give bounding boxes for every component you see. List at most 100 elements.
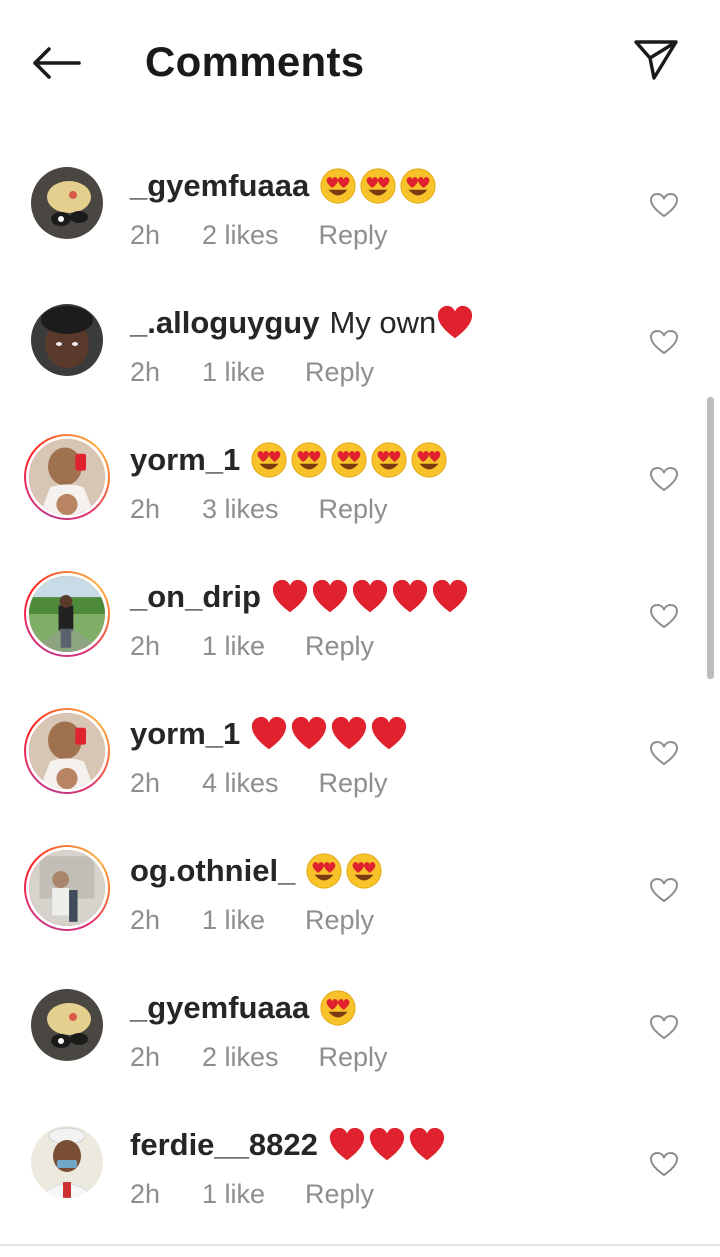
comment-username[interactable]: yorm_1 [130,716,240,752]
comment-meta: 2h 3 likes Reply [130,494,388,525]
avatar-story-ring[interactable] [24,845,110,931]
avatar [31,1126,103,1198]
comment-body: ferdie__8822 [130,1123,448,1167]
avatar [31,304,103,376]
comment-time: 2h [130,220,161,250]
divider [0,1244,720,1246]
like-button[interactable] [648,327,680,357]
comment-username[interactable]: _gyemfuaaa [130,168,309,204]
avatar-story-ring[interactable] [24,708,110,794]
like-button[interactable] [648,738,680,768]
avatar [26,436,108,518]
heart-eyes-emoji [359,167,397,205]
red-heart-emoji [391,578,429,616]
heart-eyes-emoji [250,441,288,479]
reply-button[interactable]: Reply [305,905,374,936]
like-button[interactable] [648,1012,680,1042]
heart-outline-icon [650,878,678,902]
comments-list: _gyemfuaaa 2h 2 likes Reply _.alloguyguy… [0,150,720,1246]
comment-username[interactable]: _gyemfuaaa [130,990,309,1026]
comment-body: og.othniel_ [130,849,385,893]
heart-eyes-emoji [399,167,437,205]
comment-username[interactable]: og.othniel_ [130,853,295,889]
comment-body: yorm_1 [130,712,410,756]
like-button[interactable] [648,464,680,494]
avatar [26,710,108,792]
comment-username[interactable]: ferdie__8822 [130,1127,318,1163]
reply-button[interactable]: Reply [319,1042,388,1073]
red-heart-emoji [330,715,368,753]
like-button[interactable] [648,190,680,220]
comment-time: 2h [130,905,161,935]
comment-likes[interactable]: 1 like [202,1179,265,1210]
comment-row: _gyemfuaaa 2h 2 likes Reply [0,150,720,287]
heart-eyes-emoji [290,441,328,479]
comment-username[interactable]: yorm_1 [130,442,240,478]
avatar-frame[interactable] [24,160,110,246]
comment-time: 2h [130,768,161,798]
heart-outline-icon [650,193,678,217]
avatar-story-ring[interactable] [24,571,110,657]
comment-body: _gyemfuaaa [130,164,439,208]
comment-username[interactable]: _on_drip [130,579,261,615]
back-button[interactable] [30,40,82,86]
heart-outline-icon [650,330,678,354]
like-button[interactable] [648,1149,680,1179]
red-heart-emoji [328,1126,366,1164]
like-button[interactable] [648,875,680,905]
comment-meta: 2h 2 likes Reply [130,220,388,251]
comment-meta: 2h 1 like Reply [130,631,374,662]
comment-time: 2h [130,1042,161,1072]
comment-likes[interactable]: 1 like [202,357,265,388]
comment-row: ferdie__8822 2h 1 like Reply [0,1109,720,1246]
heart-outline-icon [650,604,678,628]
comment-likes[interactable]: 2 likes [202,220,279,251]
like-button[interactable] [648,601,680,631]
comment-likes[interactable]: 4 likes [202,768,279,799]
avatar [26,847,108,929]
comment-likes[interactable]: 2 likes [202,1042,279,1073]
comment-row: yorm_1 2h 4 likes Reply [0,698,720,835]
heart-outline-icon [650,467,678,491]
comment-meta: 2h 1 like Reply [130,1179,374,1210]
heart-outline-icon [650,1152,678,1176]
page-title: Comments [145,38,365,85]
heart-eyes-emoji [370,441,408,479]
avatar-frame[interactable] [24,1119,110,1205]
heart-eyes-emoji [330,441,368,479]
comment-row: _on_drip 2h 1 like Reply [0,561,720,698]
heart-eyes-emoji [410,441,448,479]
comment-likes[interactable]: 3 likes [202,494,279,525]
red-heart-emoji [431,578,469,616]
heart-eyes-emoji [319,989,357,1027]
reply-button[interactable]: Reply [305,1179,374,1210]
reply-button[interactable]: Reply [319,768,388,799]
comment-row: yorm_1 2h 3 likes Reply [0,424,720,561]
reply-button[interactable]: Reply [305,357,374,388]
heart-outline-icon [650,1015,678,1039]
comment-meta: 2h 4 likes Reply [130,768,388,799]
comment-likes[interactable]: 1 like [202,905,265,936]
share-button[interactable] [630,36,682,84]
comment-body: _gyemfuaaa [130,986,359,1030]
comment-likes[interactable]: 1 like [202,631,265,662]
heart-eyes-emoji [345,852,383,890]
comment-meta: 2h 1 like Reply [130,905,374,936]
comment-time: 2h [130,357,161,387]
comment-body: _on_drip [130,575,471,619]
avatar [26,573,108,655]
red-heart-emoji [290,715,328,753]
red-heart-emoji [250,715,288,753]
comment-time: 2h [130,631,161,661]
comment-body: _.alloguyguy My own [130,301,476,345]
avatar-frame[interactable] [24,982,110,1068]
reply-button[interactable]: Reply [305,631,374,662]
back-arrow-icon [33,47,81,79]
avatar-frame[interactable] [24,297,110,383]
comment-time: 2h [130,1179,161,1209]
avatar-story-ring[interactable] [24,434,110,520]
reply-button[interactable]: Reply [319,494,388,525]
scrollbar[interactable] [707,397,714,679]
reply-button[interactable]: Reply [319,220,388,251]
comment-username[interactable]: _.alloguyguy [130,305,319,341]
